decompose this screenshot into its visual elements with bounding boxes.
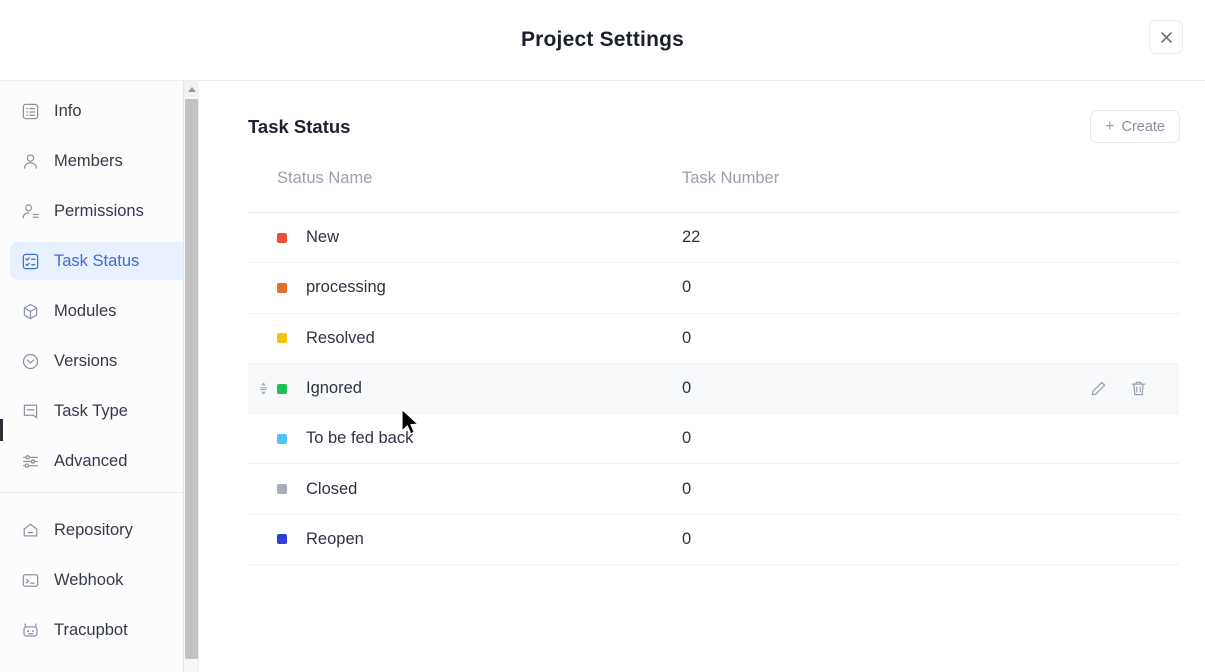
status-color-dot (277, 283, 287, 293)
status-color-dot (277, 484, 287, 494)
status-color-dot (277, 384, 287, 394)
cell-task-number: 0 (682, 278, 1054, 297)
robot-icon (20, 620, 41, 641)
table-row[interactable]: New 22 (248, 213, 1179, 263)
status-name-label: Resolved (306, 329, 375, 348)
sidebar-item-tracupbot[interactable]: Tracupbot (10, 611, 188, 649)
sidebar-item-repository[interactable]: Repository (10, 511, 188, 549)
list-box-icon (20, 101, 41, 122)
sidebar-scrollbar[interactable] (183, 81, 198, 672)
sidebar-item-advanced[interactable]: Advanced (10, 442, 188, 480)
sidebar-group-secondary: Repository Webhook (0, 511, 198, 649)
cell-status-name: New (248, 228, 682, 247)
status-name-label: processing (306, 278, 386, 297)
table-header-row: Status Name Task Number (248, 169, 1179, 212)
column-header-task-number: Task Number (682, 169, 1054, 188)
sidebar-item-label: Webhook (54, 571, 123, 590)
scroll-up-button[interactable] (184, 81, 199, 97)
sidebar-item-members[interactable]: Members (10, 142, 188, 180)
column-header-status-name: Status Name (248, 169, 682, 188)
edge-marker (0, 419, 3, 441)
sidebar-item-label: Members (54, 152, 123, 171)
table-row[interactable]: Closed 0 (248, 464, 1179, 514)
status-name-label: Reopen (306, 530, 364, 549)
table-row[interactable]: To be fed back 0 (248, 414, 1179, 464)
cell-task-number: 22 (682, 228, 1054, 247)
status-color-dot (277, 233, 287, 243)
cell-actions (1054, 379, 1179, 398)
cell-task-number: 0 (682, 379, 1054, 398)
create-button-label: Create (1121, 119, 1165, 135)
drag-handle-icon[interactable] (257, 381, 269, 397)
circle-chevron-down-icon (20, 351, 41, 372)
create-button[interactable]: + Create (1090, 110, 1180, 143)
pencil-icon[interactable] (1089, 379, 1108, 398)
scrollbar-thumb[interactable] (185, 99, 198, 659)
project-settings-dialog: Project Settings (0, 0, 1205, 672)
sidebar-item-webhook[interactable]: Webhook (10, 561, 188, 599)
person-lines-icon (20, 201, 41, 222)
cube-icon (20, 301, 41, 322)
sidebar-item-label: Repository (54, 521, 133, 540)
sidebar-item-permissions[interactable]: Permissions (10, 192, 188, 230)
cell-task-number: 0 (682, 429, 1054, 448)
sidebar-item-label: Tracupbot (54, 621, 128, 640)
cell-task-number: 0 (682, 480, 1054, 499)
table-row[interactable]: processing 0 (248, 263, 1179, 313)
sidebar-item-info[interactable]: Info (10, 92, 188, 130)
home-tag-icon (20, 520, 41, 541)
sidebar-item-versions[interactable]: Versions (10, 342, 188, 380)
cell-status-name: Ignored (248, 379, 682, 398)
sidebar-item-task-status[interactable]: Task Status (10, 242, 188, 280)
sidebar-item-label: Modules (54, 302, 116, 321)
cell-task-number: 0 (682, 329, 1054, 348)
dialog-header: Project Settings (0, 0, 1205, 81)
sidebar-item-label: Task Status (54, 252, 139, 271)
sidebar-item-modules[interactable]: Modules (10, 292, 188, 330)
sidebar-group-primary: Info Members (0, 92, 198, 480)
task-status-panel: Task Status + Create Status Name Task Nu… (199, 81, 1205, 672)
cell-status-name: Resolved (248, 329, 682, 348)
terminal-card-icon (20, 570, 41, 591)
table-row[interactable]: Ignored 0 (248, 364, 1179, 414)
status-name-label: New (306, 228, 339, 247)
status-name-label: Ignored (306, 379, 362, 398)
status-color-dot (277, 434, 287, 444)
cell-status-name: processing (248, 278, 682, 297)
status-name-label: Closed (306, 480, 357, 499)
close-icon (1159, 30, 1174, 45)
person-icon (20, 151, 41, 172)
trash-icon[interactable] (1129, 379, 1148, 398)
sliders-icon (20, 451, 41, 472)
dialog-body: Info Members (0, 81, 1205, 672)
sidebar-divider (0, 492, 198, 493)
panel-title: Task Status (248, 116, 350, 138)
plus-icon: + (1105, 119, 1114, 135)
status-color-dot (277, 534, 287, 544)
sidebar-item-label: Info (54, 102, 82, 121)
sidebar-item-label: Versions (54, 352, 117, 371)
checklist-box-icon (20, 251, 41, 272)
sidebar-item-label: Advanced (54, 452, 127, 471)
status-color-dot (277, 333, 287, 343)
bookmark-icon (20, 401, 41, 422)
task-status-table: Status Name Task Number New 22 (248, 169, 1179, 565)
cell-status-name: To be fed back (248, 429, 682, 448)
sidebar-item-label: Task Type (54, 402, 128, 421)
cell-task-number: 0 (682, 530, 1054, 549)
settings-sidebar: Info Members (0, 81, 199, 672)
panel-header: Task Status + Create (248, 110, 1180, 143)
scroll-up-arrow-icon (188, 87, 196, 92)
cell-status-name: Closed (248, 480, 682, 499)
page-title: Project Settings (521, 28, 684, 52)
table-row[interactable]: Resolved 0 (248, 314, 1179, 364)
close-button[interactable] (1149, 20, 1183, 54)
sidebar-item-task-type[interactable]: Task Type (10, 392, 188, 430)
sidebar-item-label: Permissions (54, 202, 144, 221)
cell-status-name: Reopen (248, 530, 682, 549)
table-row[interactable]: Reopen 0 (248, 515, 1179, 565)
status-name-label: To be fed back (306, 429, 413, 448)
